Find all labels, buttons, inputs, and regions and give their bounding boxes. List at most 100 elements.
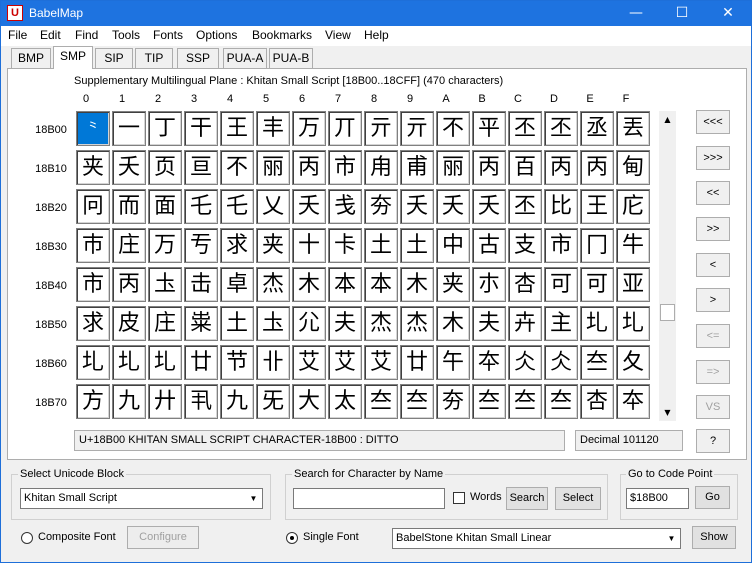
character-cell[interactable]: 页 bbox=[148, 150, 182, 185]
character-cell[interactable]: 万 bbox=[292, 111, 326, 146]
close-button[interactable]: ✕ bbox=[705, 1, 751, 26]
character-cell[interactable]: 皮 bbox=[112, 306, 146, 341]
character-cell[interactable]: 夲 bbox=[472, 345, 506, 380]
words-checkbox[interactable] bbox=[453, 492, 465, 504]
character-cell[interactable]: 丌 bbox=[328, 111, 362, 146]
character-cell[interactable]: 丽 bbox=[436, 150, 470, 185]
character-cell[interactable]: 圠 bbox=[580, 306, 614, 341]
configure-button[interactable]: Configure bbox=[127, 526, 199, 549]
character-cell[interactable]: 丕 bbox=[508, 111, 542, 146]
menu-view[interactable]: View bbox=[325, 28, 351, 42]
search-button[interactable]: Search bbox=[506, 487, 548, 510]
character-cell[interactable]: 冋 bbox=[76, 189, 110, 224]
menu-tools[interactable]: Tools bbox=[112, 28, 140, 42]
character-cell[interactable]: 圠 bbox=[76, 345, 110, 380]
character-cell[interactable]: 夯 bbox=[436, 384, 470, 419]
character-cell[interactable]: 王 bbox=[580, 189, 614, 224]
nav-last-block-button[interactable]: >>> bbox=[696, 146, 730, 170]
character-cell[interactable]: 古 bbox=[472, 228, 506, 263]
character-cell[interactable]: 夹 bbox=[76, 150, 110, 185]
character-cell[interactable]: 廿 bbox=[400, 345, 434, 380]
dropdown-arrow-icon[interactable]: ▼ bbox=[245, 489, 262, 508]
character-cell[interactable]: 卓 bbox=[220, 267, 254, 302]
unicode-block-select[interactable]: Khitan Small Script ▼ bbox=[20, 488, 263, 509]
search-input[interactable] bbox=[293, 488, 445, 509]
character-cell[interactable]: 夭 bbox=[112, 150, 146, 185]
character-cell[interactable]: 夳 bbox=[472, 384, 506, 419]
character-cell[interactable]: 甸 bbox=[616, 150, 650, 185]
character-cell[interactable]: 百 bbox=[508, 150, 542, 185]
nav-prev-char-button[interactable]: <= bbox=[696, 324, 730, 348]
character-cell[interactable]: 可 bbox=[580, 267, 614, 302]
variation-selector-button[interactable]: VS bbox=[696, 395, 730, 419]
character-cell[interactable]: 丙 bbox=[472, 150, 506, 185]
character-cell[interactable]: 本 bbox=[364, 267, 398, 302]
character-cell[interactable]: 面 bbox=[148, 189, 182, 224]
menu-fonts[interactable]: Fonts bbox=[153, 28, 183, 42]
character-cell[interactable]: 方 bbox=[76, 384, 110, 419]
character-cell[interactable]: 杰 bbox=[364, 306, 398, 341]
character-cell[interactable]: 干 bbox=[184, 111, 218, 146]
character-cell[interactable]: 支 bbox=[508, 228, 542, 263]
character-cell[interactable]: 庀 bbox=[616, 189, 650, 224]
menu-find[interactable]: Find bbox=[75, 28, 98, 42]
character-cell[interactable]: 杏 bbox=[580, 384, 614, 419]
character-cell[interactable]: 而 bbox=[112, 189, 146, 224]
menu-file[interactable]: File bbox=[8, 28, 27, 42]
nav-next-char-button[interactable]: => bbox=[696, 360, 730, 384]
character-cell[interactable]: 卉 bbox=[508, 306, 542, 341]
character-cell[interactable]: 尣 bbox=[292, 306, 326, 341]
character-cell[interactable]: 戋 bbox=[328, 189, 362, 224]
character-cell[interactable]: 冂 bbox=[580, 228, 614, 263]
title-bar[interactable]: U BabelMap — ☐ ✕ bbox=[1, 1, 751, 26]
character-cell[interactable]: 平 bbox=[472, 111, 506, 146]
character-cell[interactable]: 击 bbox=[184, 267, 218, 302]
character-cell[interactable]: 夭 bbox=[400, 189, 434, 224]
character-cell[interactable]: ⺀ bbox=[76, 111, 110, 146]
menu-bookmarks[interactable]: Bookmarks bbox=[252, 28, 312, 42]
character-cell[interactable]: 木 bbox=[292, 267, 326, 302]
character-cell[interactable]: 亚 bbox=[616, 267, 650, 302]
character-cell[interactable]: 大 bbox=[292, 384, 326, 419]
character-cell[interactable]: 廾 bbox=[148, 384, 182, 419]
character-cell[interactable]: 夲 bbox=[616, 384, 650, 419]
character-cell[interactable]: 夭 bbox=[436, 189, 470, 224]
character-cell[interactable]: 仌 bbox=[544, 345, 578, 380]
nav-first-block-button[interactable]: <<< bbox=[696, 110, 730, 134]
character-cell[interactable]: 夳 bbox=[508, 384, 542, 419]
code-point-input[interactable]: $18B00 bbox=[626, 488, 689, 509]
character-cell[interactable]: 九 bbox=[112, 384, 146, 419]
tab-sip[interactable]: SIP bbox=[95, 48, 133, 68]
character-cell[interactable]: 市 bbox=[328, 150, 362, 185]
character-cell[interactable]: 仌 bbox=[508, 345, 542, 380]
scroll-down-arrow-icon[interactable]: ▼ bbox=[659, 404, 676, 421]
nav-prev-block-button[interactable]: << bbox=[696, 181, 730, 205]
character-cell[interactable]: 丕 bbox=[544, 111, 578, 146]
character-cell[interactable]: 主 bbox=[544, 306, 578, 341]
nav-next-block-button[interactable]: >> bbox=[696, 217, 730, 241]
character-cell[interactable]: 市 bbox=[76, 267, 110, 302]
nav-next-page-button[interactable]: > bbox=[696, 288, 730, 312]
character-cell[interactable]: 午 bbox=[436, 345, 470, 380]
menu-edit[interactable]: Edit bbox=[40, 28, 61, 42]
character-cell[interactable]: 夯 bbox=[364, 189, 398, 224]
maximize-button[interactable]: ☐ bbox=[659, 1, 705, 26]
character-cell[interactable]: 圠 bbox=[148, 345, 182, 380]
character-cell[interactable]: 圡 bbox=[256, 306, 290, 341]
menu-help[interactable]: Help bbox=[364, 28, 389, 42]
character-cell[interactable]: 中 bbox=[436, 228, 470, 263]
character-cell[interactable]: 牛 bbox=[616, 228, 650, 263]
font-select[interactable]: BabelStone Khitan Small Linear ▼ bbox=[392, 528, 681, 549]
character-cell[interactable]: 艾 bbox=[292, 345, 326, 380]
character-cell[interactable]: 丁 bbox=[148, 111, 182, 146]
character-cell[interactable]: 九 bbox=[220, 384, 254, 419]
tab-tip[interactable]: TIP bbox=[135, 48, 173, 68]
character-cell[interactable]: 十 bbox=[292, 228, 326, 263]
character-cell[interactable]: 夳 bbox=[544, 384, 578, 419]
character-cell[interactable]: 市 bbox=[544, 228, 578, 263]
character-cell[interactable]: 亓 bbox=[364, 111, 398, 146]
tab-pua-b[interactable]: PUA-B bbox=[269, 48, 313, 68]
character-cell[interactable]: 庄 bbox=[148, 306, 182, 341]
character-cell[interactable]: 杰 bbox=[400, 306, 434, 341]
character-cell[interactable]: 亘 bbox=[184, 150, 218, 185]
